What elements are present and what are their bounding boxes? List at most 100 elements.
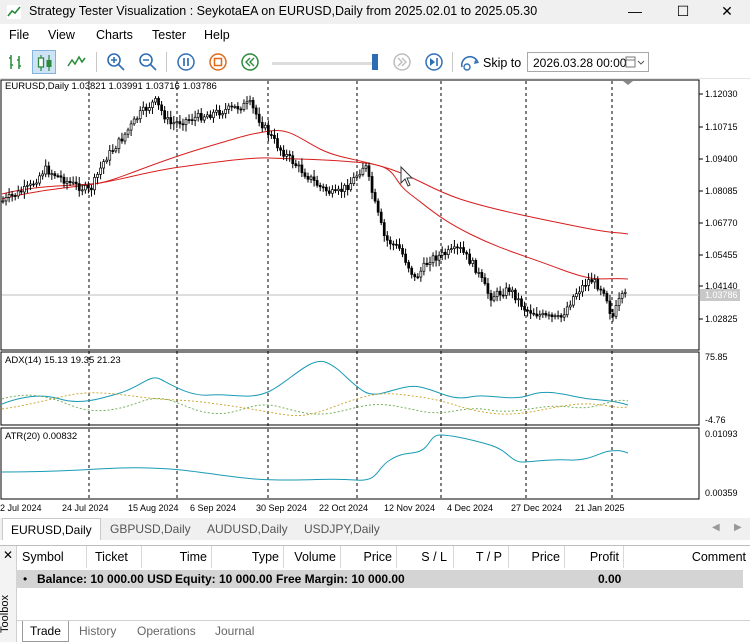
col-time[interactable]: Time bbox=[142, 546, 212, 568]
tab-usdjpy[interactable]: USDJPY,Daily bbox=[304, 522, 380, 536]
calendar-dropdown-icon[interactable] bbox=[625, 56, 645, 69]
candle-body bbox=[483, 277, 487, 284]
skip-date-input[interactable]: 2026.03.28 00:00 bbox=[527, 52, 649, 72]
chart-area[interactable]: EURUSD,Daily 1.03821 1.03991 1.03716 1.0… bbox=[0, 79, 750, 516]
bar-chart-button[interactable] bbox=[4, 50, 28, 74]
candle-body bbox=[41, 173, 45, 177]
candle-body bbox=[233, 106, 237, 108]
candle-body bbox=[65, 180, 69, 184]
col-sl[interactable]: S / L bbox=[397, 546, 454, 568]
candle-body bbox=[236, 106, 240, 110]
fast-forward-icon bbox=[393, 53, 411, 71]
price-header: EURUSD,Daily 1.03821 1.03991 1.03716 1.0… bbox=[5, 81, 217, 92]
menu-charts[interactable]: Charts bbox=[96, 28, 133, 42]
candle-body bbox=[318, 184, 322, 188]
candle-body bbox=[422, 262, 426, 272]
menu-file[interactable]: File bbox=[9, 28, 29, 42]
col-volume[interactable]: Volume bbox=[284, 546, 341, 568]
tab-trade[interactable]: Trade bbox=[22, 621, 69, 642]
col-current-price[interactable]: Price bbox=[509, 546, 565, 568]
candle-body bbox=[340, 188, 343, 192]
tab-journal[interactable]: Journal bbox=[215, 624, 254, 638]
col-ticket[interactable]: Ticket bbox=[87, 546, 142, 568]
tabs-scroll-left-icon[interactable]: ◀ bbox=[712, 522, 720, 533]
tab-audusd[interactable]: AUDUSD,Daily bbox=[207, 522, 288, 536]
candle-body bbox=[544, 312, 548, 316]
candle-body bbox=[193, 116, 197, 121]
tab-operations[interactable]: Operations bbox=[137, 624, 196, 638]
menu-view[interactable]: View bbox=[48, 28, 75, 42]
candle-body bbox=[480, 272, 484, 279]
candle-body bbox=[50, 173, 54, 175]
candle-body bbox=[151, 101, 154, 108]
candle-body bbox=[468, 253, 471, 264]
menu-tester[interactable]: Tester bbox=[152, 28, 186, 42]
zoom-out-button[interactable] bbox=[136, 50, 160, 74]
tab-eurusd[interactable]: EURUSD,Daily bbox=[2, 518, 101, 540]
candle-body bbox=[4, 197, 8, 202]
candle-body bbox=[623, 291, 627, 294]
stop-button[interactable] bbox=[206, 50, 230, 74]
speed-slider-track[interactable] bbox=[272, 62, 376, 65]
candle-body bbox=[614, 305, 618, 317]
candle-body bbox=[410, 267, 414, 275]
price-chart[interactable]: EURUSD,Daily 1.03821 1.03991 1.03716 1.0… bbox=[0, 79, 750, 516]
candle-body bbox=[584, 284, 587, 287]
candle-body bbox=[35, 182, 38, 185]
candle-body bbox=[355, 175, 359, 178]
tab-gbpusd[interactable]: GBPUSD,Daily bbox=[110, 522, 191, 536]
line-chart-button[interactable] bbox=[64, 50, 88, 74]
candle-body bbox=[175, 121, 179, 124]
atr-header: ATR(20) 0.00832 bbox=[5, 431, 77, 442]
tab-history[interactable]: History bbox=[79, 624, 116, 638]
price-panel-frame bbox=[0, 79, 700, 351]
candle-body bbox=[602, 289, 606, 294]
skip-to-button[interactable] bbox=[458, 50, 482, 74]
speed-slider-thumb[interactable] bbox=[372, 54, 378, 70]
candle-body bbox=[230, 105, 234, 108]
maximize-button[interactable]: ☐ bbox=[660, 0, 706, 24]
tabs-scroll-right-icon[interactable]: ▶ bbox=[734, 522, 742, 533]
close-button[interactable]: ✕ bbox=[704, 0, 750, 24]
candle-body bbox=[132, 118, 136, 125]
candle-body bbox=[38, 175, 41, 184]
candle-body bbox=[492, 296, 496, 301]
col-tp[interactable]: T / P bbox=[454, 546, 509, 568]
candle-body bbox=[242, 102, 246, 110]
close-toolbox-icon[interactable]: ✕ bbox=[3, 548, 13, 562]
candle-body bbox=[93, 177, 96, 191]
candle-body bbox=[56, 175, 60, 178]
candle-body bbox=[407, 262, 410, 269]
candle-body bbox=[428, 262, 432, 266]
candle-body bbox=[178, 121, 182, 125]
adx-header: ADX(14) 15.13 19.35 21.23 bbox=[5, 355, 121, 366]
candle-body bbox=[358, 174, 362, 177]
minimize-button[interactable]: — bbox=[612, 0, 658, 24]
candle-body bbox=[145, 106, 148, 111]
menu-help[interactable]: Help bbox=[204, 28, 230, 42]
candle-body bbox=[367, 165, 371, 177]
candle-body bbox=[486, 283, 490, 294]
candle-body bbox=[157, 98, 160, 106]
candlestick-icon bbox=[37, 55, 52, 71]
pause-button[interactable] bbox=[174, 50, 198, 74]
candle-body bbox=[440, 251, 444, 256]
date-axis: 2 Jul 2024 24 Jul 2024 15 Aug 2024 6 Sep… bbox=[0, 503, 625, 513]
col-profit[interactable]: Profit bbox=[565, 546, 624, 568]
slow-down-button[interactable] bbox=[238, 50, 262, 74]
zoom-in-button[interactable] bbox=[104, 50, 128, 74]
balance-row[interactable]: • Balance: 10 000.00 USD Equity: 10 000.… bbox=[16, 570, 743, 588]
col-symbol[interactable]: Symbol bbox=[16, 546, 87, 568]
candle-body bbox=[294, 163, 298, 167]
candle-body bbox=[282, 149, 285, 157]
col-type[interactable]: Type bbox=[212, 546, 284, 568]
candlestick-button[interactable] bbox=[32, 50, 56, 74]
speed-up-button[interactable] bbox=[390, 50, 414, 74]
col-price[interactable]: Price bbox=[341, 546, 397, 568]
candle-body bbox=[559, 315, 563, 318]
skip-to-end-button[interactable] bbox=[422, 50, 446, 74]
zoom-in-icon bbox=[107, 53, 125, 71]
candle-body bbox=[450, 248, 453, 250]
equity-value: Equity: 10 000.00 bbox=[175, 572, 273, 586]
col-comment[interactable]: Comment bbox=[624, 546, 750, 568]
